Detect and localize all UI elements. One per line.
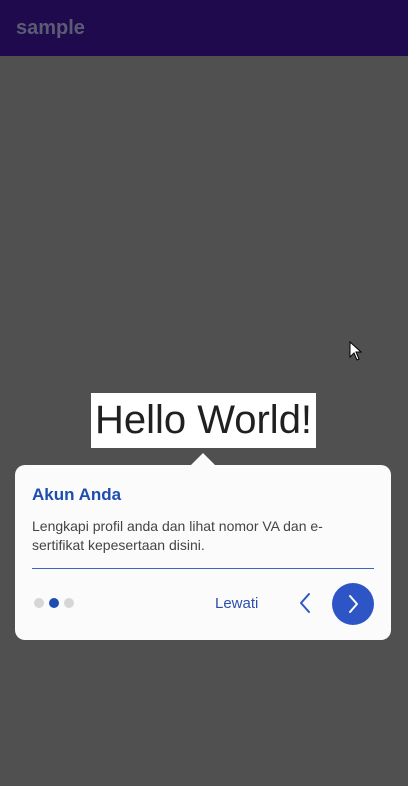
tooltip-divider [32, 568, 374, 569]
hello-world-text: Hello World! [91, 393, 316, 448]
next-button[interactable] [332, 583, 374, 625]
previous-button[interactable] [293, 590, 317, 616]
tooltip-title: Akun Anda [32, 485, 122, 504]
pager-dot [64, 598, 74, 608]
pager-dot-active [49, 598, 59, 608]
skip-button[interactable]: Lewati [215, 595, 258, 612]
mouse-cursor-icon [349, 341, 363, 361]
chevron-left-icon [300, 593, 310, 613]
chevron-right-icon [349, 595, 358, 613]
tooltip-description: Lengkapi profil anda dan lihat nomor VA … [32, 518, 323, 553]
pager-dots [34, 598, 74, 608]
onboarding-tooltip: Akun Anda Lengkapi profil anda dan lihat… [15, 465, 391, 640]
pager-dot [34, 598, 44, 608]
app-bar: sample [0, 0, 408, 56]
app-title: sample [16, 16, 85, 39]
